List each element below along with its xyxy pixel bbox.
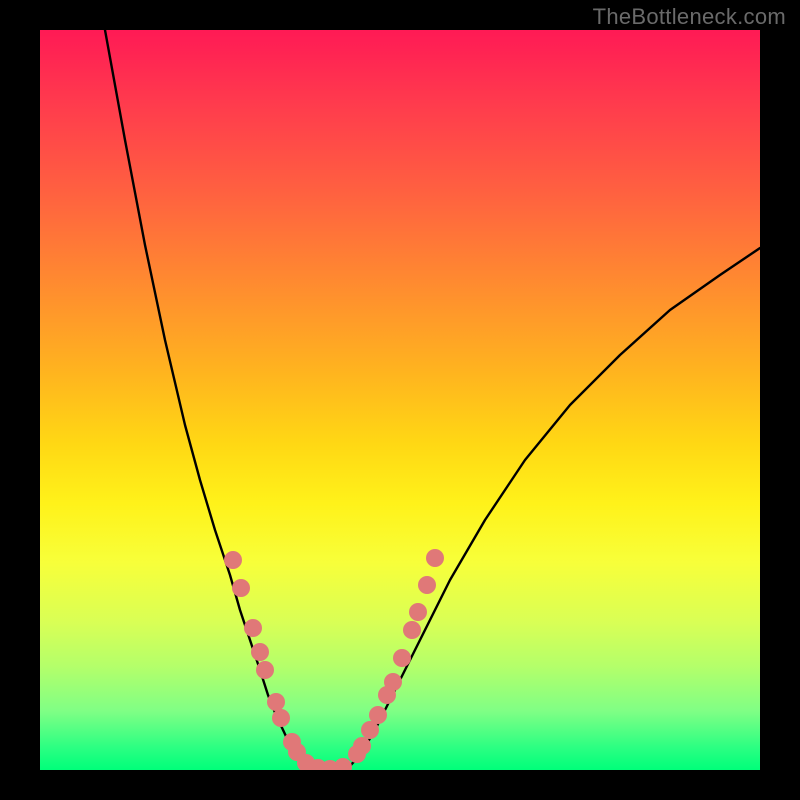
marker-dot [353, 737, 371, 755]
marker-dot [224, 551, 242, 569]
marker-dot [232, 579, 250, 597]
plot-area [40, 30, 760, 770]
chart-svg [40, 30, 760, 770]
marker-dot [267, 693, 285, 711]
marker-dot [251, 643, 269, 661]
chart-frame: TheBottleneck.com [0, 0, 800, 800]
bottleneck-curve [105, 30, 760, 770]
marker-dot [418, 576, 436, 594]
curve-line [105, 30, 760, 770]
watermark-text: TheBottleneck.com [593, 4, 786, 30]
marker-dot [384, 673, 402, 691]
marker-dot [393, 649, 411, 667]
marker-dot [369, 706, 387, 724]
marker-dot [409, 603, 427, 621]
marker-dot [334, 758, 352, 770]
marker-dot [403, 621, 421, 639]
marker-dot [426, 549, 444, 567]
marker-dot [244, 619, 262, 637]
marker-dot [256, 661, 274, 679]
marker-dot [272, 709, 290, 727]
